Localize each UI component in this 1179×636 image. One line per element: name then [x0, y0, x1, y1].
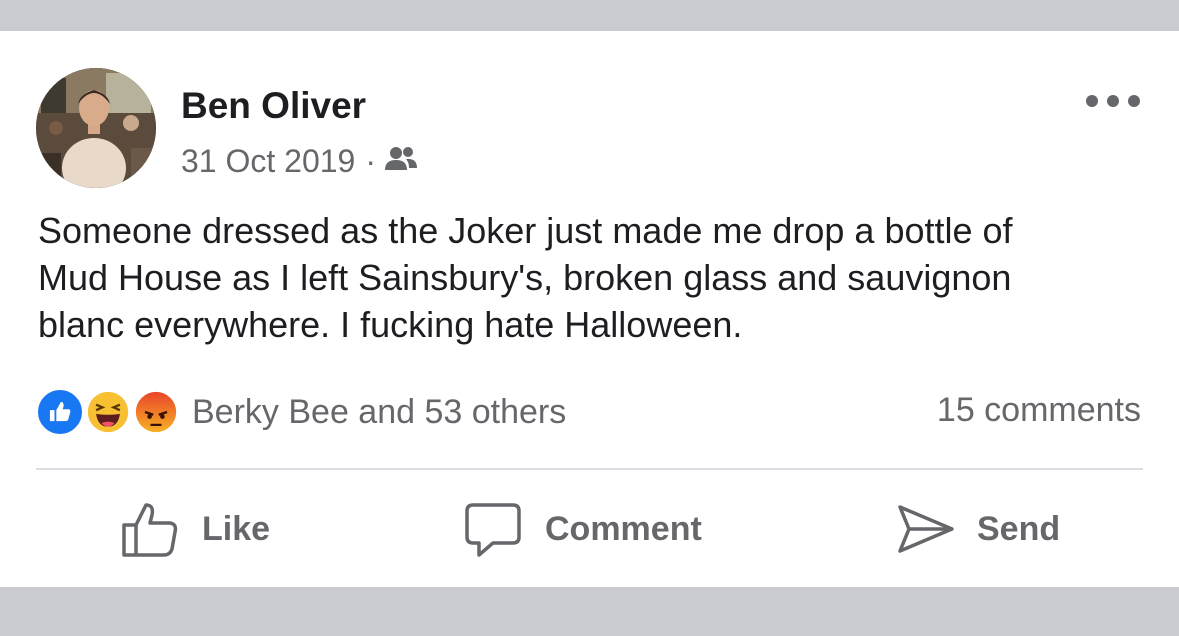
more-options-button[interactable] [1086, 89, 1140, 113]
comment-label: Comment [545, 509, 702, 548]
post-meta: 31 Oct 2019 · [181, 145, 418, 177]
author-name[interactable]: Ben Oliver [181, 87, 366, 124]
like-reaction-icon [36, 388, 84, 436]
reactions-summary[interactable]: Berky Bee and 53 others [36, 387, 566, 437]
like-label: Like [202, 509, 271, 548]
reactions-text: Berky Bee and 53 others [192, 392, 567, 431]
post-card: Ben Oliver 31 Oct 2019 · Someone dressed… [0, 31, 1179, 587]
haha-reaction-icon [84, 388, 132, 436]
friends-icon [384, 145, 418, 177]
send-button[interactable]: Send [895, 493, 1060, 565]
meta-separator: · [365, 143, 376, 179]
post-text: Someone dressed as the Joker just made m… [38, 210, 1013, 345]
comment-bubble-icon [465, 503, 521, 557]
more-dot-icon [1086, 95, 1098, 107]
reaction-icons [36, 387, 184, 437]
thumbs-up-icon [122, 503, 178, 557]
comment-button[interactable]: Comment [463, 493, 702, 565]
comments-count[interactable]: 15 comments [937, 393, 1141, 427]
angry-reaction-icon [132, 388, 180, 436]
more-dot-icon [1107, 95, 1119, 107]
more-dot-icon [1128, 95, 1140, 107]
like-button[interactable]: Like [120, 493, 270, 565]
avatar[interactable] [36, 68, 156, 188]
avatar-photo [36, 68, 156, 188]
post-date[interactable]: 31 Oct 2019 [181, 145, 355, 177]
send-arrow-icon [898, 505, 954, 553]
send-label: Send [977, 509, 1061, 548]
action-bar: Like Comment Send [0, 493, 1179, 565]
divider [36, 468, 1143, 470]
